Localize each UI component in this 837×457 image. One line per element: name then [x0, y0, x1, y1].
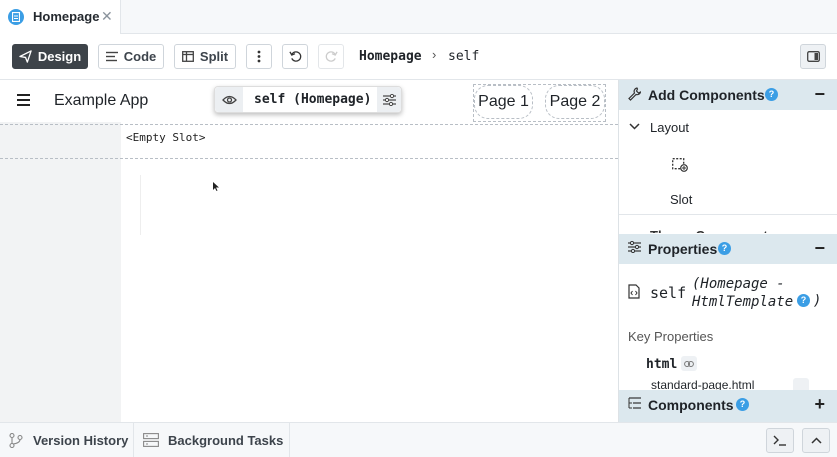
- theme-components-partial[interactable]: Theme Components: [650, 226, 775, 233]
- sliders-icon[interactable]: [377, 87, 401, 112]
- close-icon[interactable]: ✕: [101, 8, 113, 25]
- background-tasks-button[interactable]: Background Tasks: [143, 423, 283, 457]
- add-components-title: Add Components: [648, 87, 765, 103]
- help-icon[interactable]: ?: [736, 398, 749, 411]
- nav-link-page-2[interactable]: Page 2: [545, 85, 605, 119]
- component-type-close: ): [813, 293, 822, 309]
- app-content[interactable]: [121, 122, 618, 422]
- app-header: Example App Page 1 Page 2 self (Homepage…: [0, 80, 618, 122]
- layout-category-label[interactable]: Layout: [650, 120, 689, 135]
- version-history-label: Version History: [33, 432, 129, 448]
- code-button[interactable]: Code: [98, 44, 164, 69]
- properties-title: Properties: [648, 241, 718, 257]
- components-header[interactable]: Components ? +: [619, 390, 837, 422]
- bottom-bar: Version History Background Tasks: [0, 422, 837, 457]
- redo-button[interactable]: [318, 44, 344, 69]
- split-button[interactable]: Split: [174, 44, 236, 69]
- collapse-icon[interactable]: −: [814, 238, 825, 259]
- breadcrumb-form[interactable]: Homepage: [359, 49, 422, 64]
- empty-slot-row[interactable]: [0, 124, 618, 159]
- wrench-icon: [628, 87, 641, 101]
- selection-label: self (Homepage): [254, 92, 372, 107]
- split-icon: [181, 51, 194, 62]
- code-lines-icon: [105, 51, 118, 62]
- git-branch-icon: [9, 432, 23, 448]
- terminal-icon: [773, 435, 786, 446]
- app-sidebar[interactable]: [0, 122, 121, 422]
- link-icon[interactable]: [681, 356, 697, 371]
- html-template-value: standard-page.html: [651, 378, 755, 390]
- toolbar: Design Code Split Homepage › self: [0, 34, 837, 80]
- server-stack-icon: [143, 433, 159, 447]
- right-panel: Add Components ? − Layout Slot Theme Com…: [618, 80, 837, 422]
- eye-icon[interactable]: [215, 87, 243, 112]
- undo-icon: [288, 51, 301, 62]
- content-divider: [140, 175, 141, 235]
- chevron-up-icon: [810, 437, 822, 444]
- more-options-button[interactable]: [246, 44, 272, 69]
- tree-list-icon: [628, 397, 641, 409]
- tab-bar: Homepage ✕: [0, 0, 837, 34]
- nav-link-page-1[interactable]: Page 1: [474, 85, 533, 119]
- html-template-select[interactable]: standard-page.html: [646, 378, 788, 390]
- html-file-icon: [628, 284, 640, 299]
- html-property-label: html: [646, 357, 678, 372]
- properties-header[interactable]: Properties ? −: [619, 234, 837, 264]
- console-button[interactable]: [766, 428, 794, 453]
- components-title: Components: [648, 397, 734, 413]
- slot-component-label: Slot: [670, 192, 693, 207]
- expand-bottom-panel-button[interactable]: [802, 428, 830, 453]
- form-icon: [8, 9, 24, 25]
- divider: [289, 423, 290, 457]
- app-title[interactable]: Example App: [54, 92, 148, 110]
- help-icon[interactable]: ?: [718, 242, 731, 255]
- selection-pill[interactable]: self (Homepage): [214, 86, 402, 113]
- empty-slot-label: <Empty Slot>: [126, 131, 206, 144]
- toggle-panel-button[interactable]: [800, 44, 826, 69]
- code-label: Code: [123, 49, 157, 64]
- divider: [133, 423, 134, 457]
- edit-pencil-icon[interactable]: [793, 378, 809, 390]
- sidebar-panel-icon: [806, 51, 820, 62]
- sliders-icon: [628, 241, 641, 253]
- divider: [619, 214, 837, 215]
- key-properties-label: Key Properties: [628, 329, 714, 344]
- redo-icon: [325, 51, 338, 62]
- breadcrumb-separator: ›: [432, 47, 437, 62]
- undo-button[interactable]: [282, 44, 308, 69]
- collapse-icon[interactable]: −: [814, 84, 825, 105]
- breadcrumb-component[interactable]: self: [448, 49, 479, 64]
- help-icon[interactable]: ?: [797, 294, 810, 307]
- slot-icon[interactable]: [672, 158, 688, 172]
- background-tasks-label: Background Tasks: [168, 432, 284, 448]
- send-icon: [19, 50, 32, 63]
- hamburger-menu-icon[interactable]: [17, 94, 30, 109]
- mouse-cursor-icon: [213, 182, 219, 191]
- component-type: (Homepage - HtmlTemplate: [692, 276, 794, 310]
- tab-label: Homepage: [33, 9, 100, 24]
- split-label: Split: [199, 49, 229, 64]
- add-icon[interactable]: +: [814, 394, 825, 415]
- tab-homepage[interactable]: Homepage ✕: [0, 0, 121, 34]
- component-name: self: [650, 284, 687, 302]
- design-button[interactable]: Design: [12, 44, 88, 69]
- kebab-icon: [257, 50, 261, 63]
- help-icon[interactable]: ?: [765, 88, 778, 101]
- design-label: Design: [37, 49, 82, 64]
- chevron-down-icon[interactable]: [629, 123, 640, 130]
- version-history-button[interactable]: Version History: [9, 423, 128, 457]
- design-canvas[interactable]: Example App Page 1 Page 2 self (Homepage…: [0, 80, 618, 422]
- add-components-header[interactable]: Add Components ? −: [619, 80, 837, 110]
